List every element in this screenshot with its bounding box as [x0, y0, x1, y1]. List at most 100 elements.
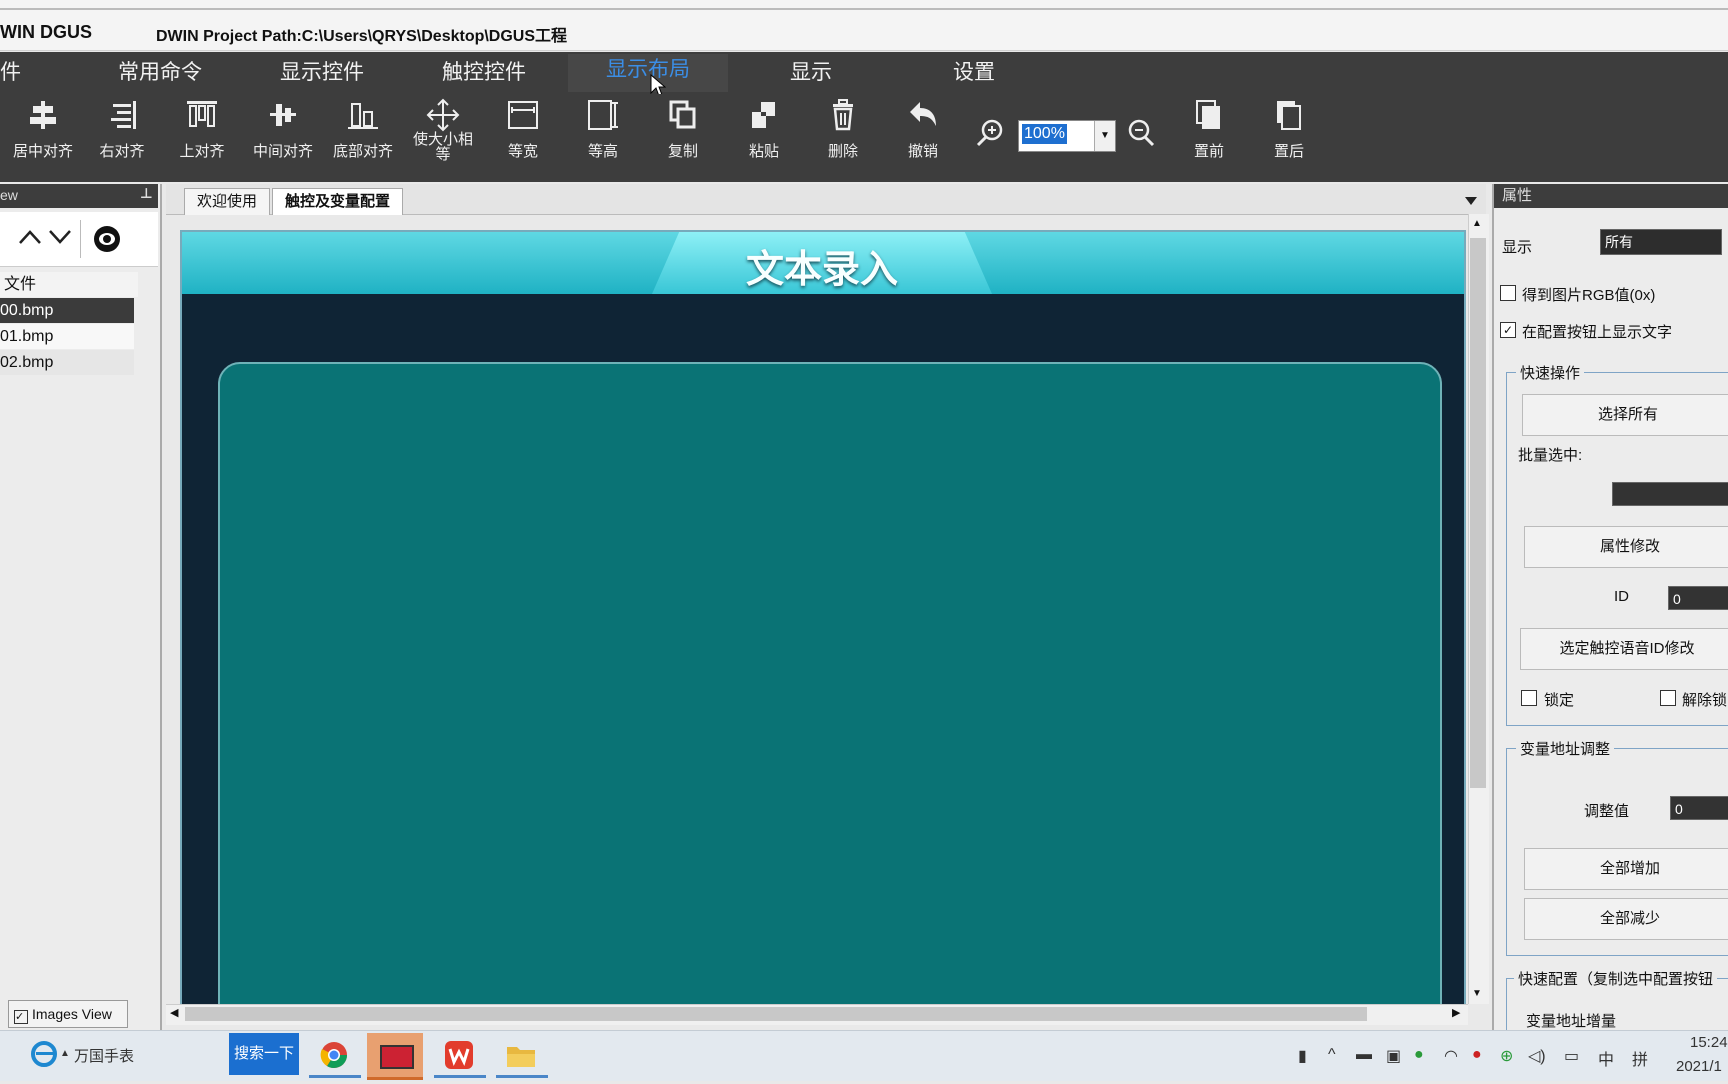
images-view-label: Images View: [32, 1006, 112, 1022]
same-height-icon: [568, 98, 638, 132]
images-view-tab[interactable]: ✓ Images View: [8, 1000, 128, 1028]
ime-name-indicator[interactable]: 拼: [1632, 1046, 1648, 1070]
volume-icon[interactable]: ◁): [1528, 1046, 1546, 1066]
menu-item-display[interactable]: 显示: [790, 56, 832, 86]
wechat-tray-icon[interactable]: ●: [1414, 1046, 1424, 1064]
active-indicator: [496, 1075, 548, 1078]
add-all-button[interactable]: 全部增加: [1524, 848, 1728, 890]
batch-select-label: 批量选中:: [1518, 447, 1583, 464]
paste-label: 粘贴: [748, 143, 779, 160]
search-button[interactable]: 搜索一下: [229, 1033, 299, 1075]
same-height-button[interactable]: 等高: [568, 98, 638, 161]
get-rgb-checkbox[interactable]: [1500, 285, 1516, 301]
tab-dropdown-icon[interactable]: [1464, 196, 1478, 206]
align-top-icon: [167, 98, 237, 132]
quick-config-title: 快速配置（复制选中配置按钮: [1514, 968, 1718, 989]
project-path: DWIN Project Path:C:\Users\QRYS\Desktop\…: [156, 28, 568, 45]
menu-item-touch-controls[interactable]: 触控控件: [442, 56, 526, 86]
voice-id-modify-button[interactable]: 选定触控语音ID修改: [1520, 628, 1728, 670]
id-field[interactable]: 0: [1668, 586, 1728, 610]
zoom-in-icon[interactable]: [975, 118, 1005, 148]
paste-button[interactable]: 粘贴: [729, 98, 799, 161]
menu-item-common-commands[interactable]: 常用命令: [118, 56, 202, 86]
lock-checkbox[interactable]: [1521, 690, 1537, 706]
align-right-button[interactable]: 右对齐: [87, 98, 157, 161]
same-width-button[interactable]: 等宽: [488, 98, 558, 161]
horizontal-scroll-thumb[interactable]: [185, 1007, 1367, 1021]
design-canvas[interactable]: 文本录入: [180, 230, 1466, 1009]
menu-item-file[interactable]: 件: [0, 56, 21, 86]
divider: [80, 220, 81, 258]
battery-tray-icon[interactable]: ▮: [1298, 1046, 1307, 1066]
select-all-button[interactable]: 选择所有: [1522, 394, 1728, 436]
dgus-app-button[interactable]: [367, 1033, 423, 1080]
images-panel-header: ew ⊥: [0, 184, 158, 208]
file-item[interactable]: 02.bmp: [0, 350, 134, 375]
scroll-left-icon[interactable]: ◀: [170, 1006, 178, 1019]
tab-welcome[interactable]: 欢迎使用: [184, 188, 271, 215]
unlock-checkbox[interactable]: [1660, 690, 1676, 706]
same-width-label: 等宽: [507, 143, 538, 160]
scroll-right-icon[interactable]: ▶: [1452, 1006, 1460, 1019]
ime-mode-indicator[interactable]: 中: [1598, 1046, 1614, 1070]
id-label: ID: [1614, 588, 1629, 605]
show-hidden-icons-icon[interactable]: ^: [1328, 1046, 1336, 1064]
align-middle-icon: [248, 98, 318, 132]
get-rgb-label: 得到图片RGB值(0x): [1522, 287, 1656, 304]
tab-touch-variable-config[interactable]: 触控及变量配置: [272, 188, 404, 215]
file-item[interactable]: 01.bmp: [0, 324, 134, 349]
checkbox-icon: ✓: [14, 1010, 28, 1024]
chevron-up-icon[interactable]: [18, 228, 42, 246]
eye-icon[interactable]: [92, 224, 122, 254]
align-bottom-button[interactable]: 底部对齐: [328, 98, 398, 161]
clock-time[interactable]: 15:24: [1690, 1034, 1728, 1051]
modify-properties-button[interactable]: 属性修改: [1524, 526, 1728, 568]
vertical-scroll-thumb[interactable]: [1470, 238, 1486, 788]
chevron-down-icon[interactable]: ▼: [1094, 121, 1115, 151]
pin-icon[interactable]: ⊥: [140, 185, 153, 202]
batch-select-field[interactable]: [1612, 482, 1728, 506]
same-height-label: 等高: [587, 143, 618, 160]
send-back-button[interactable]: 置后: [1254, 98, 1324, 161]
undo-label: 撤销: [907, 143, 938, 160]
display-select[interactable]: 所有: [1600, 229, 1722, 255]
add-tray-icon[interactable]: ⊕: [1500, 1046, 1513, 1066]
zoom-value: 100%: [1022, 124, 1067, 144]
antivirus-tray-icon[interactable]: ●: [1472, 1046, 1482, 1064]
bring-front-button[interactable]: 置前: [1174, 98, 1244, 161]
scroll-down-icon[interactable]: ▼: [1472, 988, 1482, 999]
show-text-checkbox[interactable]: ✓: [1500, 322, 1516, 338]
app-name: WIN DGUS: [0, 22, 92, 42]
delete-button[interactable]: 删除: [808, 98, 878, 161]
undo-button[interactable]: 撤销: [888, 98, 958, 161]
file-column-label: 文件: [4, 276, 37, 293]
same-size-button[interactable]: 使大小相等: [408, 98, 478, 162]
menu-item-display-layout[interactable]: 显示布局: [568, 54, 728, 92]
dgus-app-icon: [380, 1045, 414, 1069]
align-top-button[interactable]: 上对齐: [167, 98, 237, 161]
zoom-select[interactable]: 100% ▼: [1018, 120, 1116, 152]
subtract-all-button[interactable]: 全部减少: [1524, 898, 1728, 940]
zoom-out-icon[interactable]: [1126, 118, 1156, 148]
scroll-up-icon[interactable]: ▲: [1472, 218, 1482, 229]
chevron-down-icon[interactable]: [48, 228, 72, 246]
menu-item-display-controls[interactable]: 显示控件: [280, 56, 364, 86]
bring-front-label: 置前: [1193, 143, 1224, 160]
wifi-icon[interactable]: ◠: [1444, 1046, 1458, 1066]
align-center-button[interactable]: 居中对齐: [8, 98, 78, 161]
adjust-label: 调整值: [1584, 803, 1630, 820]
usb-tray-icon[interactable]: ▣: [1386, 1046, 1401, 1066]
menu-item-settings[interactable]: 设置: [953, 56, 995, 86]
power-tray-icon[interactable]: ▭: [1564, 1046, 1579, 1066]
weather-widget-label[interactable]: 万国手表: [74, 1045, 134, 1066]
clock-date[interactable]: 2021/1: [1676, 1058, 1722, 1075]
adjust-field[interactable]: 0: [1670, 796, 1728, 820]
copy-button[interactable]: 复制: [648, 98, 718, 161]
caret-up-icon: ▲: [60, 1048, 70, 1059]
ie-browser-icon[interactable]: [30, 1040, 58, 1082]
app-tray-icon[interactable]: ▬: [1356, 1046, 1372, 1064]
file-item[interactable]: 00.bmp: [0, 298, 134, 323]
active-indicator: [434, 1075, 486, 1078]
align-middle-button[interactable]: 中间对齐: [248, 98, 318, 161]
active-indicator: [309, 1075, 361, 1078]
